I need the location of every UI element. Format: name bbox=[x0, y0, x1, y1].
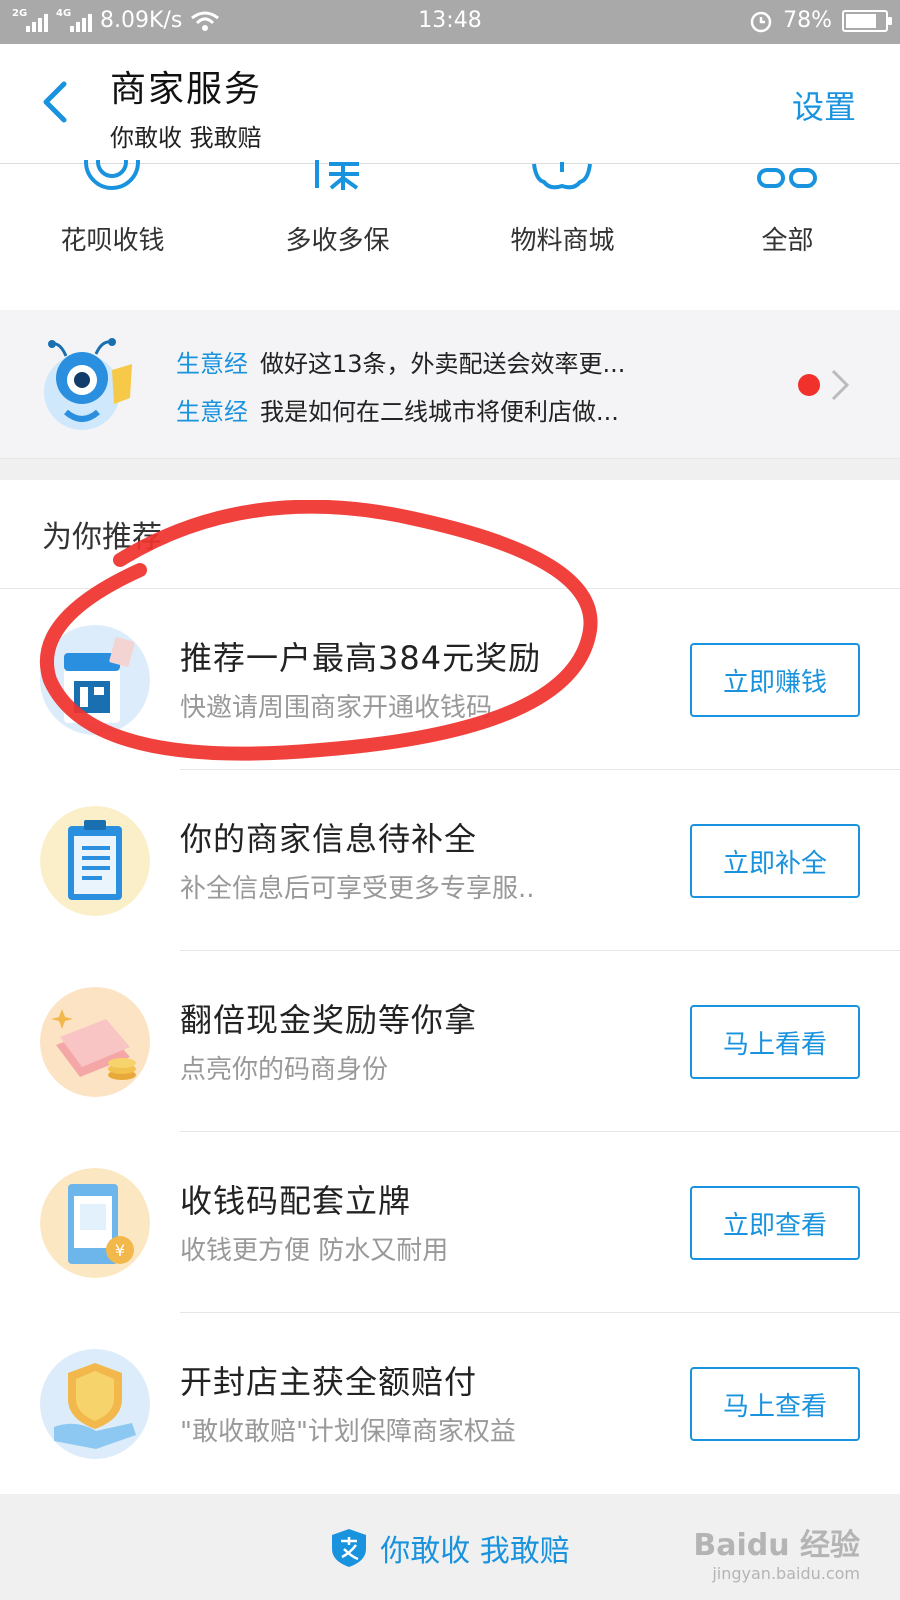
footer-text: 你敢收 我敢赔 bbox=[380, 1534, 570, 1569]
status-right: 78% bbox=[749, 8, 892, 33]
battery-fill bbox=[846, 13, 876, 28]
view-now-button[interactable]: 立即查看 bbox=[690, 1186, 860, 1260]
status-bar: 2G 4G 8.09K/s 13:48 78% bbox=[0, 0, 900, 44]
watermark-brand: Baidu 经验 bbox=[693, 1528, 860, 1563]
view-now-button[interactable]: 马上查看 bbox=[690, 1367, 860, 1441]
header: 商家服务 你敢收 我敢赔 设置 bbox=[0, 44, 900, 164]
watermark-url: jingyan.baidu.com bbox=[712, 1564, 860, 1583]
cash-icon bbox=[40, 987, 150, 1097]
list-item: 翻倍现金奖励等你拿 点亮你的码商身份 马上看看 bbox=[0, 951, 900, 1132]
quick-action-label: 全部 bbox=[761, 226, 814, 256]
news-item[interactable]: 生意经 做好这13条，外卖配送会效率更... bbox=[176, 344, 625, 379]
spacer bbox=[0, 276, 900, 310]
quick-action-all[interactable]: 全部 bbox=[675, 164, 900, 276]
page-title: 商家服务 bbox=[110, 69, 263, 110]
item-desc: 快邀请周围商家开通收钱码 bbox=[180, 693, 493, 723]
list-item: ¥ 收钱码配套立牌 收钱更方便 防水又耐用 立即查看 bbox=[0, 1132, 900, 1313]
chevron-right-icon[interactable] bbox=[830, 368, 850, 402]
huabei-icon bbox=[84, 160, 140, 190]
quick-action-duoshou[interactable]: 多收多保 bbox=[225, 160, 450, 276]
news-banner[interactable]: 生意经 做好这13条，外卖配送会效率更... 生意经 我是如何在二线城市将便利店做.… bbox=[0, 310, 900, 458]
baidu-watermark: Baidu 经验 jingyan.baidu.com bbox=[693, 1520, 860, 1583]
list-item: 你的商家信息待补全 补全信息后可享受更多专享服.. 立即补全 bbox=[0, 770, 900, 951]
news-tag: 生意经 bbox=[176, 398, 248, 426]
item-title: 你的商家信息待补全 bbox=[180, 820, 478, 858]
shop-icon bbox=[532, 162, 592, 190]
shield-icon bbox=[40, 1349, 150, 1459]
alarm-icon bbox=[750, 11, 772, 32]
page-subtitle: 你敢收 我敢赔 bbox=[110, 124, 262, 152]
stand-icon: ¥ bbox=[40, 1168, 150, 1278]
item-title: 收钱码配套立牌 bbox=[180, 1182, 412, 1220]
ant-mascot-icon bbox=[44, 338, 132, 430]
item-desc: 点亮你的码商身份 bbox=[180, 1055, 389, 1085]
quick-action-label: 多收多保 bbox=[285, 226, 390, 256]
back-arrow-icon[interactable] bbox=[38, 80, 74, 124]
news-text: 我是如何在二线城市将便利店做... bbox=[260, 398, 619, 426]
quick-action-label: 花呗收钱 bbox=[60, 226, 165, 256]
alipay-shield-icon bbox=[332, 1529, 367, 1567]
item-desc: 收钱更方便 防水又耐用 bbox=[180, 1236, 449, 1266]
quick-action-label: 物料商城 bbox=[510, 226, 615, 256]
look-now-button[interactable]: 马上看看 bbox=[690, 1005, 860, 1079]
all-icon bbox=[757, 168, 817, 188]
battery-percent: 78% bbox=[783, 8, 832, 33]
unread-dot bbox=[798, 374, 820, 396]
clipboard-icon bbox=[40, 806, 150, 916]
bao-icon bbox=[315, 160, 359, 190]
svg-text:¥: ¥ bbox=[115, 1241, 125, 1260]
news-tag: 生意经 bbox=[176, 350, 248, 378]
item-title: 推荐一户最高384元奖励 bbox=[180, 639, 542, 677]
quick-actions: 花呗收钱 多收多保 物料商城 全部 bbox=[0, 160, 900, 276]
quick-action-shop[interactable]: 物料商城 bbox=[450, 162, 675, 276]
qr-card-icon bbox=[40, 625, 150, 735]
earn-now-button[interactable]: 立即赚钱 bbox=[690, 643, 860, 717]
list-item: 推荐一户最高384元奖励 快邀请周围商家开通收钱码 立即赚钱 bbox=[0, 589, 900, 770]
settings-button[interactable]: 设置 bbox=[792, 82, 856, 128]
list-item: 开封店主获全额赔付 "敢收敢赔"计划保障商家权益 马上查看 bbox=[0, 1313, 900, 1494]
item-desc: "敢收敢赔"计划保障商家权益 bbox=[180, 1417, 516, 1447]
complete-now-button[interactable]: 立即补全 bbox=[690, 824, 860, 898]
battery-icon bbox=[842, 9, 892, 32]
section-title: 为你推荐 bbox=[42, 520, 162, 555]
news-text: 做好这13条，外卖配送会效率更... bbox=[260, 350, 626, 378]
item-desc: 补全信息后可享受更多专享服.. bbox=[180, 874, 535, 904]
news-item[interactable]: 生意经 我是如何在二线城市将便利店做... bbox=[176, 392, 619, 427]
item-title: 翻倍现金奖励等你拿 bbox=[180, 1001, 478, 1039]
spacer bbox=[0, 458, 900, 480]
quick-action-huabei[interactable]: 花呗收钱 bbox=[0, 160, 225, 276]
item-title: 开封店主获全额赔付 bbox=[180, 1363, 478, 1401]
